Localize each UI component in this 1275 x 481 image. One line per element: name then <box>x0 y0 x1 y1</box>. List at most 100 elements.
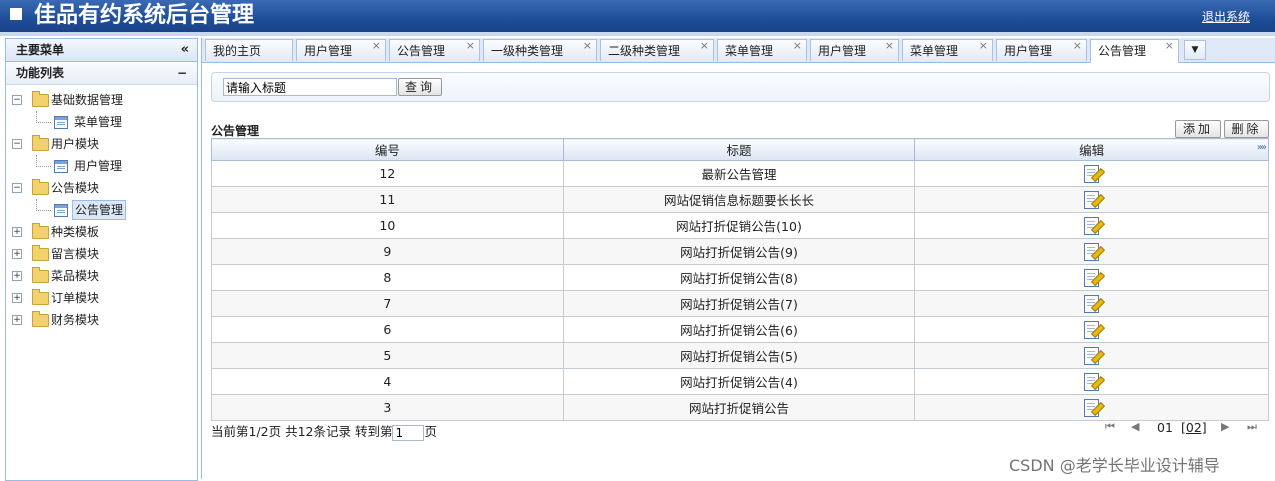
collapse-icon[interactable]: − <box>12 183 22 193</box>
collapse-function-list-icon[interactable]: − <box>177 62 187 84</box>
collapse-sidebar-icon[interactable]: « <box>181 39 189 61</box>
tab-8[interactable]: 用户管理 × <box>996 39 1087 61</box>
tree-node[interactable]: + 留言模块 <box>6 243 197 265</box>
prev-page-icon[interactable]: ◀ <box>1131 420 1139 433</box>
next-page-icon[interactable]: ▶ <box>1221 420 1229 433</box>
cell-id: 7 <box>211 290 564 317</box>
search-bar: 查询 <box>211 72 1270 102</box>
first-page-icon[interactable]: ⏮ <box>1105 420 1115 434</box>
logo-square-icon <box>10 8 22 20</box>
function-list-header[interactable]: 功能列表 − <box>6 62 197 85</box>
table-row[interactable]: 6 网站打折促销公告(6) <box>211 316 1269 343</box>
page-icon <box>54 116 68 129</box>
goto-page-input[interactable] <box>392 424 425 441</box>
table-row[interactable]: 10 网站打折促销公告(10) <box>211 212 1269 239</box>
tab-2[interactable]: 公告管理 × <box>389 39 480 61</box>
tab-close-icon[interactable]: × <box>1073 35 1082 57</box>
column-header-edit-label: 编辑 <box>1079 143 1105 158</box>
tab-6[interactable]: 用户管理 × <box>810 39 899 61</box>
search-button[interactable]: 查询 <box>398 78 442 96</box>
last-page-icon[interactable]: ⏭ <box>1247 420 1257 434</box>
tab-close-icon[interactable]: × <box>583 35 592 57</box>
page-icon <box>54 160 68 173</box>
edit-icon[interactable] <box>1083 321 1105 339</box>
expand-icon[interactable]: + <box>12 315 22 325</box>
expand-columns-icon[interactable]: »» <box>1257 142 1267 153</box>
table-row[interactable]: 8 网站打折促销公告(8) <box>211 264 1269 291</box>
delete-button[interactable]: 删除 <box>1224 120 1269 138</box>
folder-icon <box>32 135 49 151</box>
pager-summary-text: 当前第1/2页 共12条记录 转到第 <box>211 424 393 439</box>
expand-icon[interactable]: + <box>12 227 22 237</box>
folder-icon <box>32 311 49 327</box>
tree-node[interactable]: − 公告模块 <box>6 177 197 199</box>
table-row[interactable]: 9 网站打折促销公告(9) <box>211 238 1269 265</box>
edit-icon[interactable] <box>1083 269 1105 287</box>
tab-close-icon[interactable]: × <box>700 35 709 57</box>
table-row[interactable]: 5 网站打折促销公告(5) <box>211 342 1269 369</box>
panel-title: 公告管理 <box>211 124 260 138</box>
tree-leaf[interactable]: 用户管理 <box>6 155 197 177</box>
edit-icon[interactable] <box>1083 347 1105 365</box>
tree-node[interactable]: + 菜品模块 <box>6 265 197 287</box>
tree-leaf-label: 公告管理 <box>72 200 127 220</box>
tab-7[interactable]: 菜单管理 × <box>902 39 993 61</box>
tab-close-icon[interactable]: × <box>466 35 475 57</box>
table-row[interactable]: 4 网站打折促销公告(4) <box>211 368 1269 395</box>
table-row[interactable]: 12 最新公告管理 <box>211 160 1269 187</box>
add-button[interactable]: 添加 <box>1175 120 1221 138</box>
edit-icon[interactable] <box>1083 399 1105 417</box>
announcement-table: 编号 标题 编辑 »» 12 最新公告管理 11 网站促销信息标题要长长长 10 网站打折… <box>211 138 1269 421</box>
edit-icon[interactable] <box>1083 217 1105 235</box>
tab-close-icon[interactable]: × <box>979 35 988 57</box>
tab-9[interactable]: 公告管理 × <box>1090 39 1179 63</box>
edit-icon[interactable] <box>1083 373 1105 391</box>
tree-node[interactable]: + 种类模板 <box>6 221 197 243</box>
expand-icon[interactable]: + <box>12 271 22 281</box>
tab-5[interactable]: 菜单管理 × <box>717 39 807 61</box>
edit-icon[interactable] <box>1083 295 1105 313</box>
collapse-icon[interactable]: − <box>12 95 22 105</box>
tab-0[interactable]: 我的主页 <box>205 39 293 61</box>
cell-edit <box>914 238 1269 265</box>
edit-icon[interactable] <box>1083 165 1105 183</box>
tab-label: 我的主页 <box>213 44 262 58</box>
function-list-label: 功能列表 <box>16 66 65 80</box>
title-search-input[interactable] <box>223 78 397 96</box>
folder-icon <box>32 179 49 195</box>
column-header-title[interactable]: 标题 <box>562 138 916 161</box>
tab-close-icon[interactable]: × <box>372 35 381 57</box>
table-row[interactable]: 3 网站打折促销公告 <box>211 394 1269 421</box>
table-row[interactable]: 11 网站促销信息标题要长长长 <box>211 186 1269 213</box>
tree-leaf[interactable]: 菜单管理 <box>6 111 197 133</box>
edit-icon[interactable] <box>1083 191 1105 209</box>
tree-node-label: 用户模块 <box>51 137 100 151</box>
tab-4[interactable]: 二级种类管理 × <box>600 39 714 61</box>
cell-id: 10 <box>211 212 564 239</box>
tab-3[interactable]: 一级种类管理 × <box>483 39 597 61</box>
tab-close-icon[interactable]: × <box>793 35 802 57</box>
column-header-edit[interactable]: 编辑 »» <box>914 138 1269 161</box>
pager-summary: 当前第1/2页 共12条记录 转到第 页 <box>211 421 437 441</box>
tab-list-dropdown-icon[interactable]: ▼ <box>1184 40 1206 60</box>
tree-leaf[interactable]: 公告管理 <box>6 199 197 221</box>
expand-icon[interactable]: + <box>12 249 22 259</box>
folder-icon <box>32 245 49 261</box>
tree-node[interactable]: − 用户模块 <box>6 133 197 155</box>
table-row[interactable]: 7 网站打折促销公告(7) <box>211 290 1269 317</box>
tab-close-icon[interactable]: × <box>1165 35 1174 57</box>
expand-icon[interactable]: + <box>12 293 22 303</box>
logout-link[interactable]: 退出系统 <box>1202 8 1250 25</box>
edit-icon[interactable] <box>1083 243 1105 261</box>
cell-edit <box>914 316 1269 343</box>
tree-node[interactable]: − 基础数据管理 <box>6 89 197 111</box>
collapse-icon[interactable]: − <box>12 139 22 149</box>
page-number-current[interactable]: 01 <box>1157 420 1173 435</box>
tree-node[interactable]: + 订单模块 <box>6 287 197 309</box>
tab-close-icon[interactable]: × <box>885 35 894 57</box>
tree-leaf-label: 用户管理 <box>74 159 123 173</box>
column-header-id[interactable]: 编号 <box>211 138 564 161</box>
tab-1[interactable]: 用户管理 × <box>296 39 386 61</box>
page-number-link[interactable]: [02] <box>1181 420 1207 435</box>
tree-node[interactable]: + 财务模块 <box>6 309 197 331</box>
